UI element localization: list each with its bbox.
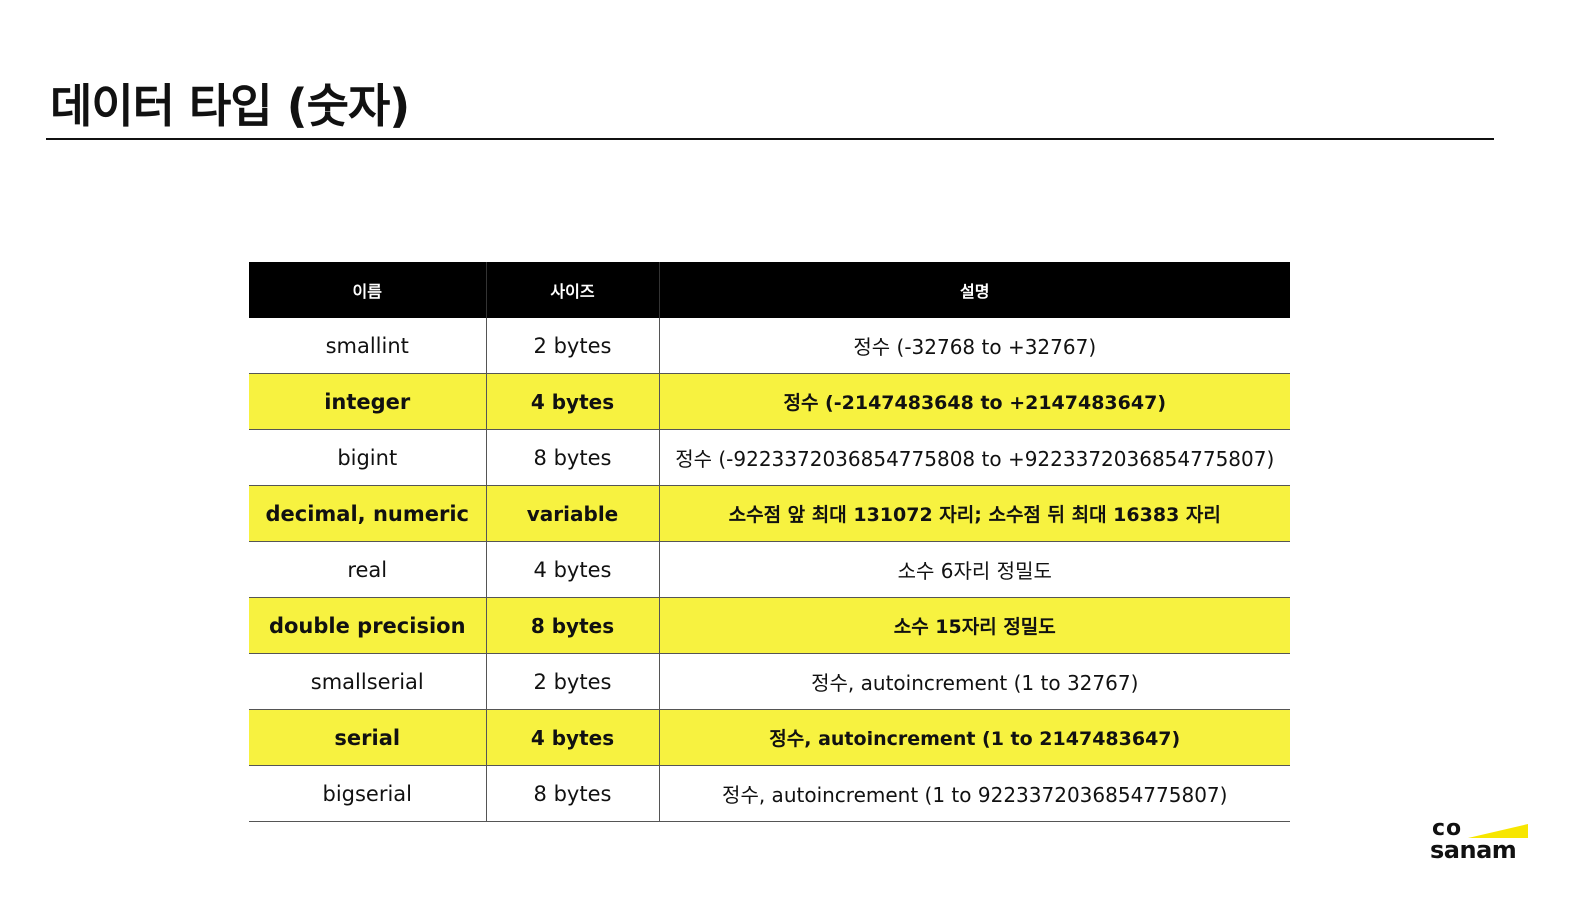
table-row: smallint 2 bytes 정수 (-32768 to +32767) — [249, 318, 1290, 374]
cosanam-logo: co sanam — [1430, 818, 1530, 864]
type-size: 8 bytes — [486, 765, 660, 822]
type-name: integer — [249, 373, 487, 430]
type-description: 정수 (-32768 to +32767) — [659, 318, 1290, 374]
type-size: variable — [486, 485, 660, 542]
type-description: 소수점 앞 최대 131072 자리; 소수점 뒤 최대 16383 자리 — [659, 485, 1290, 542]
type-description: 정수 (-9223372036854775808 to +92233720368… — [659, 429, 1290, 486]
header-size: 사이즈 — [486, 262, 660, 318]
type-description: 정수 (-2147483648 to +2147483647) — [659, 373, 1290, 430]
type-size: 4 bytes — [486, 373, 660, 430]
table-row-highlighted: integer 4 bytes 정수 (-2147483648 to +2147… — [249, 373, 1290, 430]
logo-text-sanam: sanam — [1430, 836, 1517, 864]
type-size: 4 bytes — [486, 709, 660, 766]
type-description: 소수 15자리 정밀도 — [659, 597, 1290, 654]
table-row: bigserial 8 bytes 정수, autoincrement (1 t… — [249, 765, 1290, 822]
type-name: smallint — [249, 318, 487, 374]
type-name: bigint — [249, 429, 487, 486]
type-name: smallserial — [249, 653, 487, 710]
table-row: smallserial 2 bytes 정수, autoincrement (1… — [249, 653, 1290, 710]
table-row-highlighted: double precision 8 bytes 소수 15자리 정밀도 — [249, 597, 1290, 654]
type-size: 2 bytes — [486, 653, 660, 710]
title-divider — [46, 138, 1494, 140]
type-description: 정수, autoincrement (1 to 32767) — [659, 653, 1290, 710]
type-name: double precision — [249, 597, 487, 654]
type-size: 8 bytes — [486, 597, 660, 654]
type-size: 2 bytes — [486, 318, 660, 374]
type-description: 정수, autoincrement (1 to 2147483647) — [659, 709, 1290, 766]
slide-title: 데이터 타입 (숫자) — [50, 79, 410, 133]
table-row-highlighted: serial 4 bytes 정수, autoincrement (1 to 2… — [249, 709, 1290, 766]
numeric-types-table: 이름 사이즈 설명 smallint 2 bytes 정수 (-32768 to… — [249, 262, 1290, 822]
type-name: real — [249, 541, 487, 598]
type-name: serial — [249, 709, 487, 766]
type-description: 정수, autoincrement (1 to 9223372036854775… — [659, 765, 1290, 822]
type-name: decimal, numeric — [249, 485, 487, 542]
type-description: 소수 6자리 정밀도 — [659, 541, 1290, 598]
table-header-row: 이름 사이즈 설명 — [249, 262, 1290, 318]
table-row: real 4 bytes 소수 6자리 정밀도 — [249, 541, 1290, 598]
type-size: 4 bytes — [486, 541, 660, 598]
header-description: 설명 — [659, 262, 1290, 318]
header-name: 이름 — [249, 262, 487, 318]
type-name: bigserial — [249, 765, 487, 822]
type-size: 8 bytes — [486, 429, 660, 486]
table-row-highlighted: decimal, numeric variable 소수점 앞 최대 13107… — [249, 485, 1290, 542]
table-row: bigint 8 bytes 정수 (-9223372036854775808 … — [249, 429, 1290, 486]
